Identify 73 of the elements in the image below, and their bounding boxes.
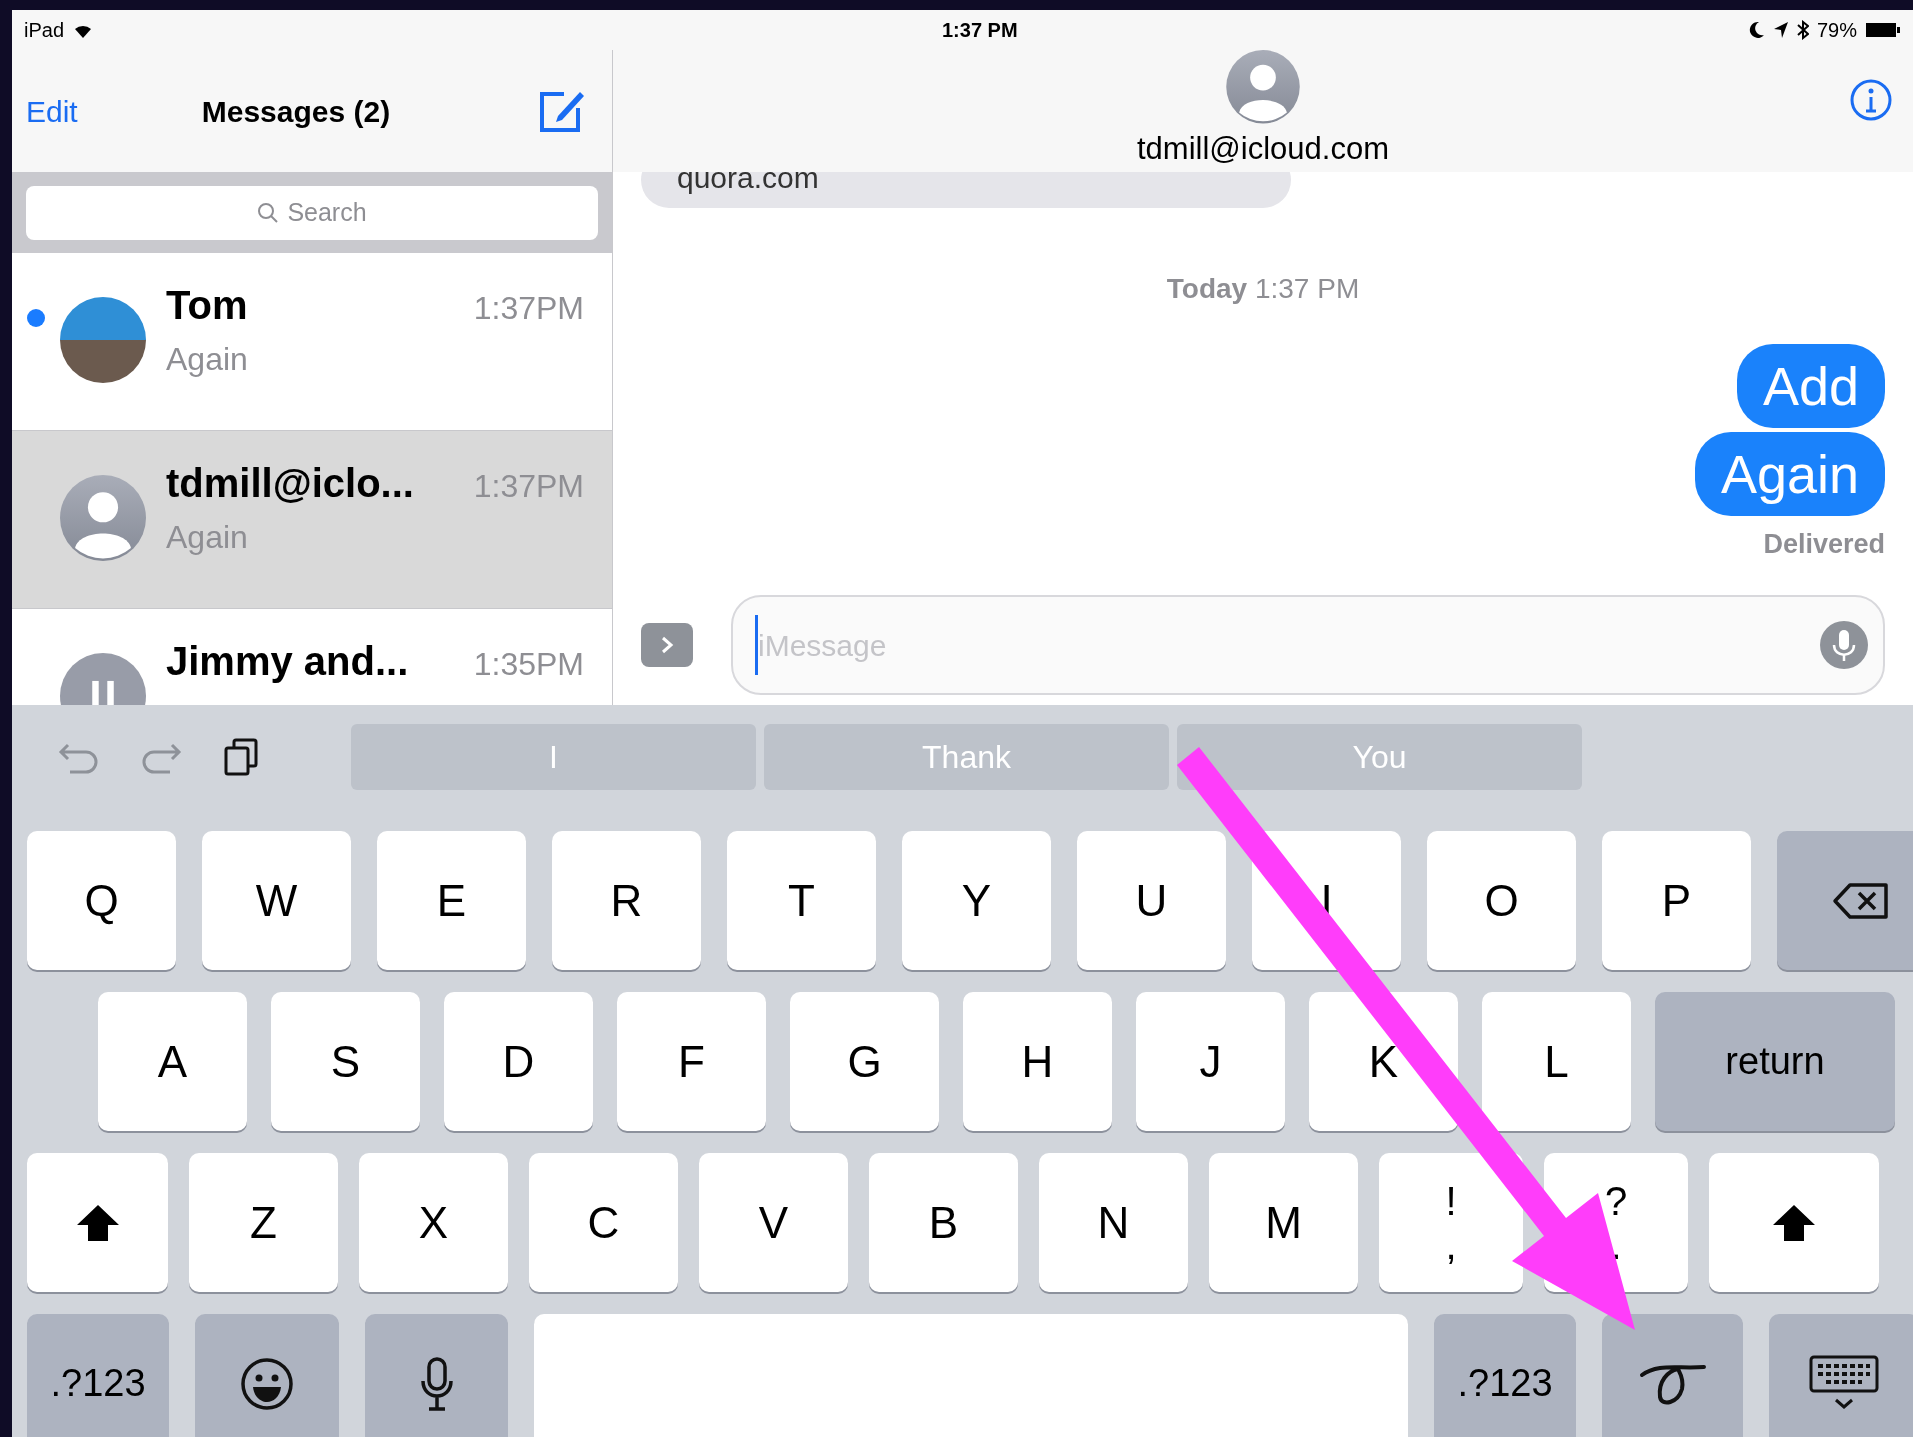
expand-button[interactable] — [641, 623, 693, 667]
timestamp: Today 1:37 PM — [1166, 272, 1360, 306]
location-arrow-icon — [1772, 21, 1789, 39]
battery-percent: 79% — [1816, 18, 1857, 43]
letter-key[interactable]: Y — [902, 831, 1051, 970]
letter-key[interactable]: J — [1136, 992, 1285, 1131]
letter-key[interactable]: A — [98, 992, 247, 1131]
letter-key[interactable]: B — [869, 1153, 1018, 1292]
bluetooth-icon — [1796, 20, 1809, 40]
letter-key[interactable]: Z — [189, 1153, 338, 1292]
letter-key[interactable]: U — [1077, 831, 1226, 970]
letter-key[interactable]: V — [699, 1153, 848, 1292]
letter-key[interactable]: D — [444, 992, 593, 1131]
contact-email: tdmill@icloud.com — [1137, 129, 1389, 168]
microphone-icon[interactable] — [1819, 620, 1869, 670]
chevron-right-icon — [659, 635, 675, 655]
handwriting-key[interactable] — [1602, 1314, 1743, 1437]
message-preview: Again — [166, 340, 249, 379]
key-label: ! — [1445, 1178, 1457, 1223]
sent-message-bubble: Add — [1736, 344, 1885, 428]
letter-key[interactable]: Q — [27, 831, 176, 970]
dictation-key[interactable] — [365, 1314, 508, 1437]
letter-key[interactable]: O — [1427, 831, 1576, 970]
received-message-bubble: quora.com — [641, 172, 1291, 208]
status-time: 1:37 PM — [942, 18, 1018, 43]
delivery-status: Delivered — [1763, 528, 1885, 561]
return-key[interactable]: return — [1655, 992, 1895, 1131]
emoji-key[interactable] — [195, 1314, 339, 1437]
letter-key[interactable]: T — [727, 831, 876, 970]
letter-key[interactable]: C — [529, 1153, 678, 1292]
letter-key[interactable]: P — [1602, 831, 1751, 970]
smiley-icon — [240, 1356, 294, 1411]
letter-key[interactable]: E — [377, 831, 526, 970]
device-name: iPad — [24, 18, 65, 43]
shift-key[interactable] — [1709, 1153, 1879, 1292]
message-preview: Again — [166, 518, 249, 557]
shift-key[interactable] — [27, 1153, 168, 1292]
numbers-key[interactable]: .?123 — [27, 1314, 169, 1437]
message-time: 1:37PM — [473, 467, 584, 506]
key-sublabel: , — [1445, 1222, 1457, 1267]
info-icon[interactable] — [1849, 78, 1893, 122]
person-avatar-icon — [60, 475, 146, 561]
letter-key[interactable]: M — [1209, 1153, 1358, 1292]
letter-key[interactable]: H — [963, 992, 1112, 1131]
paste-icon[interactable] — [222, 737, 260, 777]
sidebar-title: Messages (2) — [201, 93, 391, 130]
battery-icon — [1865, 22, 1901, 38]
search-placeholder: Search — [287, 196, 367, 228]
letter-key[interactable]: R — [552, 831, 701, 970]
punctuation-key[interactable]: ! , — [1379, 1153, 1523, 1292]
letter-key[interactable]: F — [617, 992, 766, 1131]
delete-key[interactable] — [1777, 831, 1913, 970]
conversation-row[interactable]: tdmill@iclo... 1:37PM Again — [12, 431, 612, 609]
message-time: 1:37PM — [473, 289, 584, 328]
numbers-key[interactable]: .?123 — [1434, 1314, 1576, 1437]
letter-key[interactable]: S — [271, 992, 420, 1131]
letter-key[interactable]: X — [359, 1153, 508, 1292]
contact-name: Tom — [166, 282, 248, 329]
sent-message-bubble: Again — [1694, 432, 1885, 516]
letter-key[interactable]: L — [1482, 992, 1631, 1131]
edit-button[interactable]: Edit — [26, 88, 78, 134]
letter-key[interactable]: N — [1039, 1153, 1188, 1292]
dismiss-keyboard-key[interactable] — [1769, 1314, 1913, 1437]
key-label: ? — [1604, 1178, 1628, 1223]
shift-arrow-icon — [1771, 1202, 1817, 1243]
message-time: 1:35PM — [473, 645, 584, 684]
contact-name: Jimmy and... — [166, 638, 409, 685]
search-icon — [257, 201, 280, 224]
letter-key[interactable]: W — [202, 831, 351, 970]
moon-icon — [1748, 21, 1765, 39]
microphone-icon — [419, 1356, 454, 1411]
contact-name: tdmill@iclo... — [166, 460, 414, 507]
letter-key[interactable]: G — [790, 992, 939, 1131]
